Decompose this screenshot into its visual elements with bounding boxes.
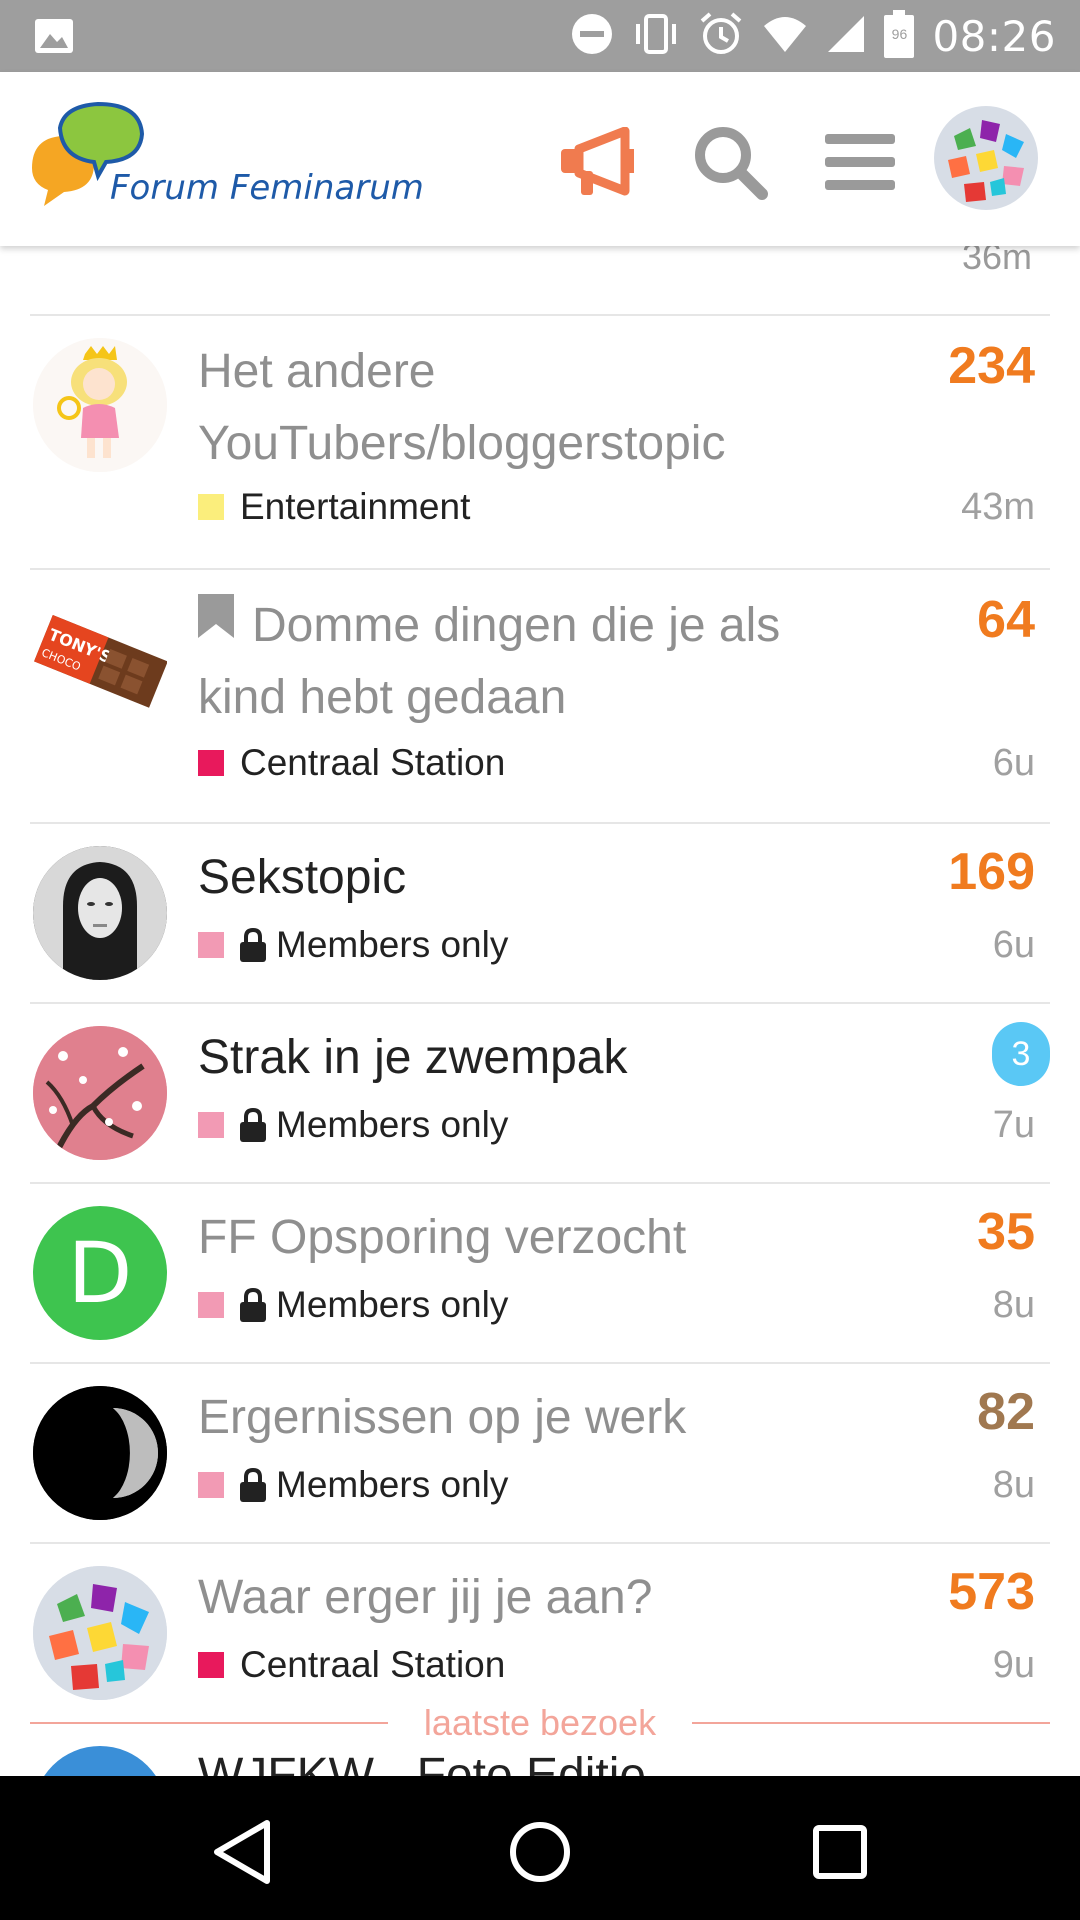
topic-time[interactable]: 8u xyxy=(993,1464,1035,1507)
search-icon[interactable] xyxy=(688,120,772,204)
bookmark-icon[interactable] xyxy=(198,587,234,659)
topic-row[interactable]: D FF Opsporing verzocht Members only 35 … xyxy=(30,1182,1050,1362)
category-color-square xyxy=(198,1652,224,1678)
recents-icon[interactable] xyxy=(800,1812,880,1892)
topic-title-text: Domme dingen die je als kind hebt gedaan xyxy=(198,599,781,724)
topic-avatar[interactable] xyxy=(33,1386,167,1520)
signal-icon xyxy=(826,14,866,59)
lock-icon xyxy=(240,1287,266,1322)
topic-row-partial[interactable]: WJFKW - Foto Editie xyxy=(30,1744,1050,1776)
back-icon[interactable] xyxy=(202,1812,282,1892)
user-avatar[interactable] xyxy=(934,106,1038,210)
category-color-square xyxy=(198,494,224,520)
category-label: Members only xyxy=(276,1284,509,1325)
vibrate-icon xyxy=(632,12,680,61)
topic-time[interactable]: 9u xyxy=(993,1644,1035,1687)
reply-count[interactable]: 35 xyxy=(977,1202,1035,1262)
reply-count[interactable]: 234 xyxy=(948,336,1035,396)
forum-logo[interactable]: Forum Feminarum xyxy=(28,98,448,228)
topic-time[interactable]: 43m xyxy=(961,486,1035,529)
topic-title[interactable]: FF Opsporing verzocht xyxy=(198,1202,878,1274)
menu-icon[interactable] xyxy=(818,120,902,204)
reply-count[interactable]: 169 xyxy=(948,842,1035,902)
topic-category[interactable]: Members only xyxy=(198,1284,508,1326)
category-color-square xyxy=(198,1292,224,1318)
home-icon[interactable] xyxy=(500,1812,580,1892)
topic-category[interactable]: Members only xyxy=(198,1104,508,1146)
lock-icon xyxy=(240,1107,266,1142)
topic-time[interactable]: 8u xyxy=(993,1284,1035,1327)
topic-category[interactable]: Centraal Station xyxy=(198,1644,505,1686)
category-color-square xyxy=(198,1112,224,1138)
topic-time[interactable]: 6u xyxy=(993,742,1035,785)
category-label: Members only xyxy=(276,1464,509,1505)
topic-title[interactable]: Het andere YouTubers/bloggerstopic xyxy=(198,336,878,480)
dnd-icon xyxy=(570,12,614,61)
topic-avatar[interactable] xyxy=(33,1566,167,1700)
topic-time[interactable]: 7u xyxy=(993,1104,1035,1147)
topic-row[interactable]: Waar erger jij je aan? Centraal Station … xyxy=(30,1542,1050,1712)
category-label: Members only xyxy=(276,924,509,965)
topic-avatar[interactable]: D xyxy=(33,1206,167,1340)
category-label: Members only xyxy=(276,1104,509,1145)
topic-row[interactable]: Ergernissen op je werk Members only 82 8… xyxy=(30,1362,1050,1542)
reply-count[interactable]: 82 xyxy=(977,1382,1035,1442)
topic-row[interactable]: TONY'S CHOCO Domme dingen die je als kind… xyxy=(30,568,1050,822)
battery-icon: 96 xyxy=(884,9,915,63)
topic-row[interactable]: Sekstopic Members only 169 6u xyxy=(30,822,1050,1002)
clock: 08:26 xyxy=(932,11,1056,61)
battery-level: 96 xyxy=(891,25,908,42)
topic-row[interactable]: Het andere YouTubers/bloggerstopic Enter… xyxy=(30,314,1050,568)
reply-count[interactable]: 64 xyxy=(977,590,1035,650)
topic-row[interactable]: Strak in je zwempak Members only 3 7u xyxy=(30,1002,1050,1182)
topic-category[interactable]: Members only xyxy=(198,1464,508,1506)
category-color-square xyxy=(198,1472,224,1498)
topic-list[interactable]: 36m Het andere YouTubers/bloggerstopic E… xyxy=(0,246,1080,1776)
avatar-letter: D xyxy=(67,1224,133,1322)
topic-avatar[interactable] xyxy=(33,1746,167,1776)
category-color-square xyxy=(198,750,224,776)
topic-title[interactable]: Domme dingen die je als kind hebt gedaan xyxy=(198,590,878,734)
topic-title[interactable]: Strak in je zwempak xyxy=(198,1022,878,1094)
lock-icon xyxy=(240,927,266,962)
wifi-icon xyxy=(762,14,808,59)
topic-title[interactable]: Sekstopic xyxy=(198,842,878,914)
logo-text: Forum Feminarum xyxy=(110,168,424,208)
topic-category[interactable]: Entertainment xyxy=(198,486,470,528)
megaphone-icon[interactable] xyxy=(558,120,642,204)
status-bar: 96 08:26 xyxy=(0,0,1080,72)
topic-avatar[interactable] xyxy=(33,1026,167,1160)
reply-count[interactable]: 573 xyxy=(948,1562,1035,1622)
topic-avatar[interactable] xyxy=(33,846,167,980)
unread-badge[interactable]: 3 xyxy=(992,1022,1050,1086)
topic-time[interactable]: 6u xyxy=(993,924,1035,967)
divider-line-right xyxy=(692,1722,1050,1724)
category-label: Centraal Station xyxy=(240,1644,506,1685)
topic-category[interactable]: Centraal Station xyxy=(198,742,505,784)
category-color-square xyxy=(198,932,224,958)
app-header: Forum Feminarum xyxy=(0,72,1080,246)
topic-avatar[interactable] xyxy=(33,338,167,472)
topic-time: 36m xyxy=(961,246,1032,277)
topic-avatar[interactable]: TONY'S CHOCO xyxy=(33,594,167,728)
image-notification-icon xyxy=(34,18,74,54)
topic-category[interactable]: Members only xyxy=(198,924,508,966)
lock-icon xyxy=(240,1467,266,1502)
topic-title[interactable]: Waar erger jij je aan? xyxy=(198,1562,878,1634)
alarm-icon xyxy=(698,11,744,62)
category-label: Centraal Station xyxy=(240,742,506,783)
last-visit-divider: laatste bezoek xyxy=(30,1702,1050,1743)
system-nav-bar xyxy=(0,1776,1080,1920)
topic-title[interactable]: WJFKW - Foto Editie xyxy=(198,1746,646,1776)
topic-title[interactable]: Ergernissen op je werk xyxy=(198,1382,878,1454)
category-label: Entertainment xyxy=(240,486,471,527)
